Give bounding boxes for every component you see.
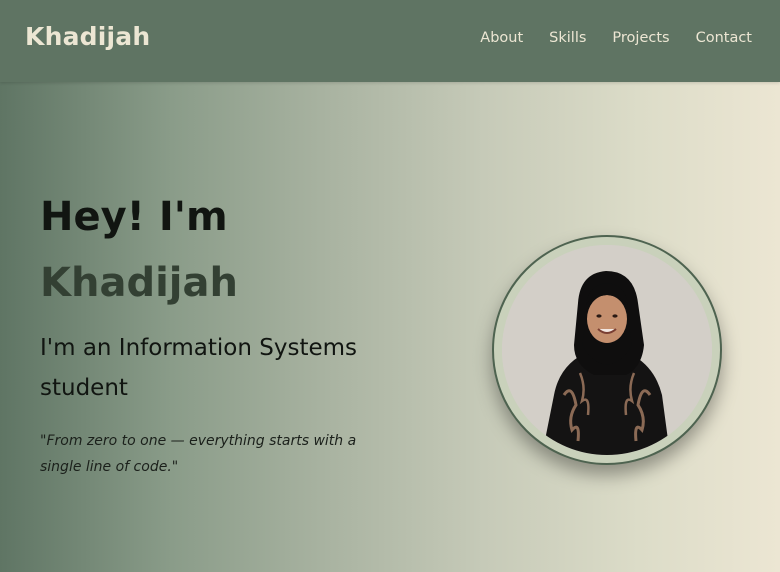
nav-links: About Skills Projects Contact xyxy=(480,30,752,46)
nav-link-about[interactable]: About xyxy=(480,30,523,46)
navbar: Khadijah About Skills Projects Contact xyxy=(0,0,780,82)
nav-link-contact[interactable]: Contact xyxy=(696,30,752,46)
site-logo[interactable]: Khadijah xyxy=(25,22,150,51)
profile-photo xyxy=(502,245,712,455)
page: Khadijah About Skills Projects Contact H… xyxy=(0,0,780,572)
nav-link-projects[interactable]: Projects xyxy=(612,30,669,46)
profile-portrait-illustration xyxy=(502,245,712,455)
profile-photo-frame xyxy=(492,235,722,465)
nav-link-skills[interactable]: Skills xyxy=(549,30,586,46)
hero-quote: "From zero to one — everything starts wi… xyxy=(40,433,357,475)
hero-text: Hey! I'm Khadijah I'm an Information Sys… xyxy=(40,192,420,480)
hero-name: Khadijah xyxy=(40,260,238,306)
hero-greeting: Hey! I'm xyxy=(40,194,228,240)
hero-subtitle: I'm an Information Systems student xyxy=(40,335,358,401)
